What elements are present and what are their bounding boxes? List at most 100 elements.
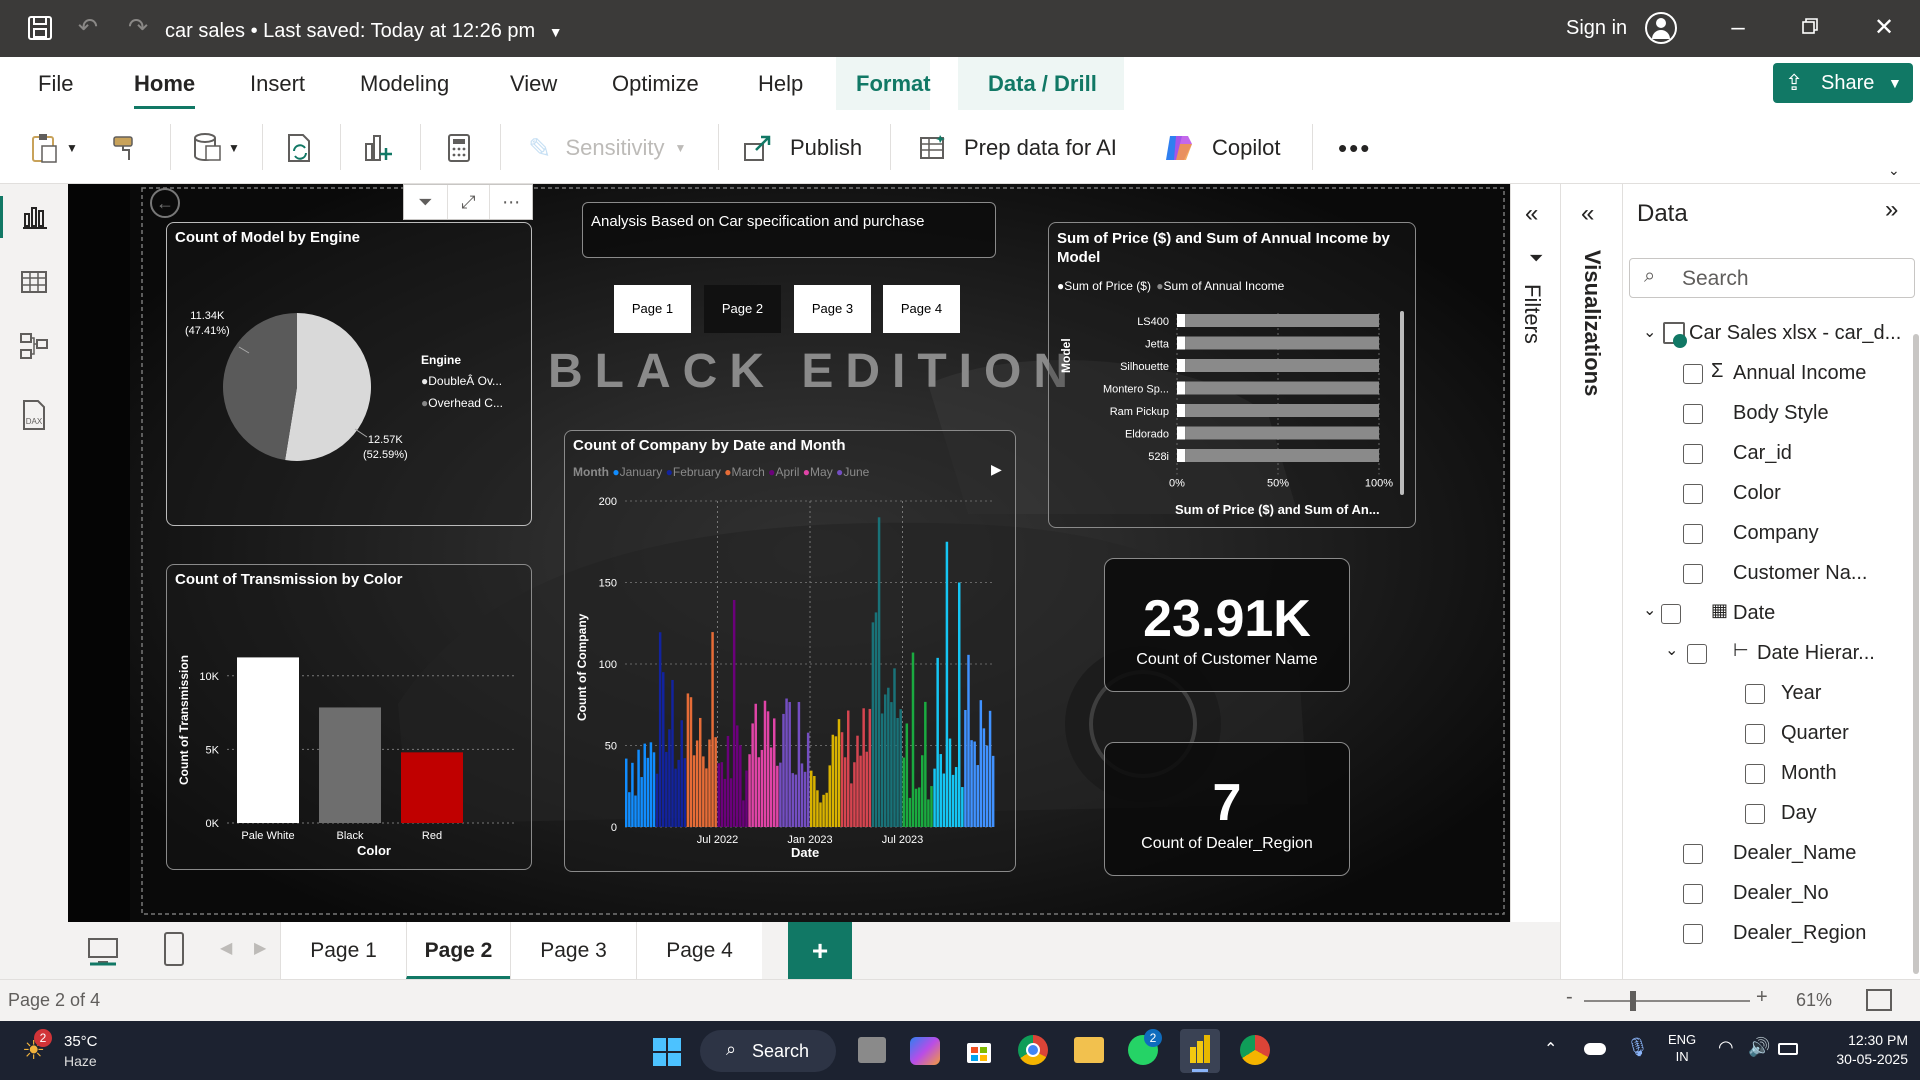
focus-mode-icon[interactable]: ⤢ bbox=[446, 185, 490, 219]
page-nav-button-2[interactable]: Page 2 bbox=[704, 285, 781, 333]
avatar-icon[interactable] bbox=[1645, 12, 1677, 44]
menu-format[interactable]: Format bbox=[856, 71, 931, 97]
sign-in-button[interactable]: Sign in bbox=[1566, 17, 1627, 40]
volume-icon[interactable]: 🔊 bbox=[1748, 1037, 1770, 1058]
data-pane-scrollbar[interactable] bbox=[1913, 334, 1919, 974]
back-button[interactable]: ← bbox=[150, 188, 180, 218]
new-measure-button[interactable] bbox=[446, 128, 472, 168]
field-item[interactable]: ⌄ ⊢ Date Hierar... bbox=[1623, 634, 1920, 674]
data-search-box[interactable]: ⌕ Search bbox=[1629, 258, 1915, 298]
expand-filters-icon[interactable]: « bbox=[1525, 200, 1538, 228]
minimize-button[interactable]: – bbox=[1718, 12, 1758, 44]
field-checkbox[interactable] bbox=[1683, 404, 1703, 424]
whatsapp-icon[interactable]: 2 bbox=[1128, 1029, 1162, 1065]
field-checkbox[interactable] bbox=[1683, 844, 1703, 864]
show-hidden-icons[interactable]: ⌃ bbox=[1544, 1039, 1557, 1059]
clock[interactable]: 12:30 PM 30-05-2025 bbox=[1818, 1031, 1908, 1069]
pie-legend-item[interactable]: ●Overhead C... bbox=[421, 396, 503, 410]
zoom-out-button[interactable]: - bbox=[1566, 986, 1573, 1009]
field-checkbox[interactable] bbox=[1745, 804, 1765, 824]
table-view-icon[interactable] bbox=[18, 266, 50, 298]
sensitivity-button[interactable]: ✎ Sensitivity ▼ bbox=[528, 128, 686, 168]
page-nav-button-3[interactable]: Page 3 bbox=[794, 285, 871, 333]
field-item[interactable]: Dealer_Region bbox=[1623, 914, 1920, 954]
onedrive-icon[interactable] bbox=[1584, 1043, 1606, 1055]
zoom-level[interactable]: 61% bbox=[1796, 990, 1832, 1011]
field-item[interactable]: Company bbox=[1623, 514, 1920, 554]
save-icon[interactable] bbox=[26, 14, 54, 42]
page-tab-3[interactable]: Page 3 bbox=[510, 922, 636, 979]
publish-button[interactable]: Publish bbox=[742, 128, 862, 168]
prep-data-button[interactable]: Prep data for AI bbox=[918, 128, 1117, 168]
more-options-icon[interactable]: ⋯ bbox=[489, 185, 532, 219]
field-checkbox[interactable] bbox=[1745, 724, 1765, 744]
copilot-button[interactable]: Copilot bbox=[1162, 128, 1280, 168]
page-tab-4[interactable]: Page 4 bbox=[636, 922, 762, 979]
transmission-chart-visual[interactable]: Count of Transmission by Color 0K 5K 10K Pa… bbox=[166, 564, 532, 870]
field-checkbox[interactable] bbox=[1683, 364, 1703, 384]
table-node[interactable]: ⌄ Car Sales xlsx - car_d... bbox=[1623, 314, 1920, 354]
filter-icon[interactable]: ⏷ bbox=[404, 185, 447, 219]
file-explorer-icon[interactable] bbox=[1074, 1037, 1104, 1063]
add-page-button[interactable]: + bbox=[788, 922, 852, 979]
pie-legend-item[interactable]: ●DoubleÂ Ov... bbox=[421, 374, 502, 388]
field-item[interactable]: Customer Na... bbox=[1623, 554, 1920, 594]
chevron-down-icon[interactable]: ⌄ bbox=[1665, 640, 1678, 660]
copilot-app-icon[interactable] bbox=[910, 1037, 940, 1065]
desktop-layout-icon[interactable] bbox=[86, 936, 120, 966]
expand-visualizations-icon[interactable]: « bbox=[1581, 200, 1594, 228]
dealer-region-card[interactable]: 7 Count of Dealer_Region bbox=[1104, 742, 1350, 876]
field-item[interactable]: Body Style bbox=[1623, 394, 1920, 434]
zoom-slider-thumb[interactable] bbox=[1630, 991, 1636, 1011]
close-button[interactable]: ✕ bbox=[1864, 12, 1904, 44]
page-nav-button-4[interactable]: Page 4 bbox=[883, 285, 960, 333]
field-checkbox[interactable] bbox=[1745, 684, 1765, 704]
collapse-data-pane-icon[interactable]: » bbox=[1885, 196, 1898, 224]
company-date-chart-visual[interactable]: Count of Company by Date and Month Month… bbox=[564, 430, 1016, 872]
restore-button[interactable] bbox=[1790, 12, 1830, 44]
field-checkbox[interactable] bbox=[1687, 644, 1707, 664]
pie-chart-visual[interactable]: Count of Model by Engine 11.34K (47.41%) … bbox=[166, 222, 532, 526]
menu-data-drill[interactable]: Data / Drill bbox=[988, 71, 1097, 97]
redo-icon[interactable]: ↷ bbox=[124, 14, 152, 42]
report-canvas[interactable]: ← ⏷ ⤢ ⋯ Count of Model by Engine 11.34K(… bbox=[68, 184, 1510, 922]
menu-file[interactable]: File bbox=[38, 71, 73, 97]
fit-to-page-icon[interactable] bbox=[1866, 989, 1892, 1011]
hbar-scrollbar[interactable] bbox=[1400, 311, 1404, 495]
field-item[interactable]: Month bbox=[1623, 754, 1920, 794]
start-button[interactable] bbox=[652, 1037, 682, 1067]
field-checkbox[interactable] bbox=[1683, 484, 1703, 504]
report-header-textbox[interactable]: Analysis Based on Car specification and … bbox=[582, 202, 996, 258]
language-indicator[interactable]: ENG IN bbox=[1668, 1031, 1696, 1065]
field-item[interactable]: Car_id bbox=[1623, 434, 1920, 474]
taskbar-search[interactable]: ⌕ Search bbox=[700, 1030, 836, 1072]
task-view-icon[interactable] bbox=[858, 1037, 886, 1063]
menu-home[interactable]: Home bbox=[134, 71, 196, 109]
next-page-arrow[interactable]: ▶ bbox=[254, 938, 266, 958]
weather-widget[interactable]: ☀ 2 35°C Haze bbox=[22, 1029, 142, 1073]
wifi-icon[interactable]: ◠ bbox=[1718, 1037, 1734, 1058]
chrome-profile-icon[interactable] bbox=[1240, 1035, 1270, 1065]
field-checkbox[interactable] bbox=[1683, 444, 1703, 464]
field-checkbox[interactable] bbox=[1661, 604, 1681, 624]
more-options-button[interactable]: ••• bbox=[1338, 128, 1371, 168]
chrome-icon[interactable] bbox=[1018, 1035, 1048, 1065]
field-item[interactable]: Color bbox=[1623, 474, 1920, 514]
field-item[interactable]: Day bbox=[1623, 794, 1920, 834]
store-icon[interactable] bbox=[964, 1035, 994, 1065]
page-nav-button-1[interactable]: Page 1 bbox=[614, 285, 691, 333]
power-bi-icon[interactable] bbox=[1180, 1029, 1220, 1073]
undo-icon[interactable]: ↶ bbox=[74, 14, 102, 42]
menu-insert[interactable]: Insert bbox=[250, 71, 305, 97]
battery-icon[interactable] bbox=[1778, 1043, 1798, 1055]
menu-optimize[interactable]: Optimize bbox=[612, 71, 699, 97]
field-item[interactable]: Σ Annual Income bbox=[1623, 354, 1920, 394]
model-view-icon[interactable] bbox=[18, 330, 50, 362]
menu-modeling[interactable]: Modeling bbox=[360, 71, 449, 97]
field-checkbox[interactable] bbox=[1683, 924, 1703, 944]
field-checkbox[interactable] bbox=[1683, 524, 1703, 544]
mobile-layout-icon[interactable] bbox=[164, 932, 184, 966]
format-painter-button[interactable] bbox=[110, 128, 140, 168]
field-checkbox[interactable] bbox=[1683, 884, 1703, 904]
dax-query-view-icon[interactable]: DAX bbox=[18, 398, 50, 430]
